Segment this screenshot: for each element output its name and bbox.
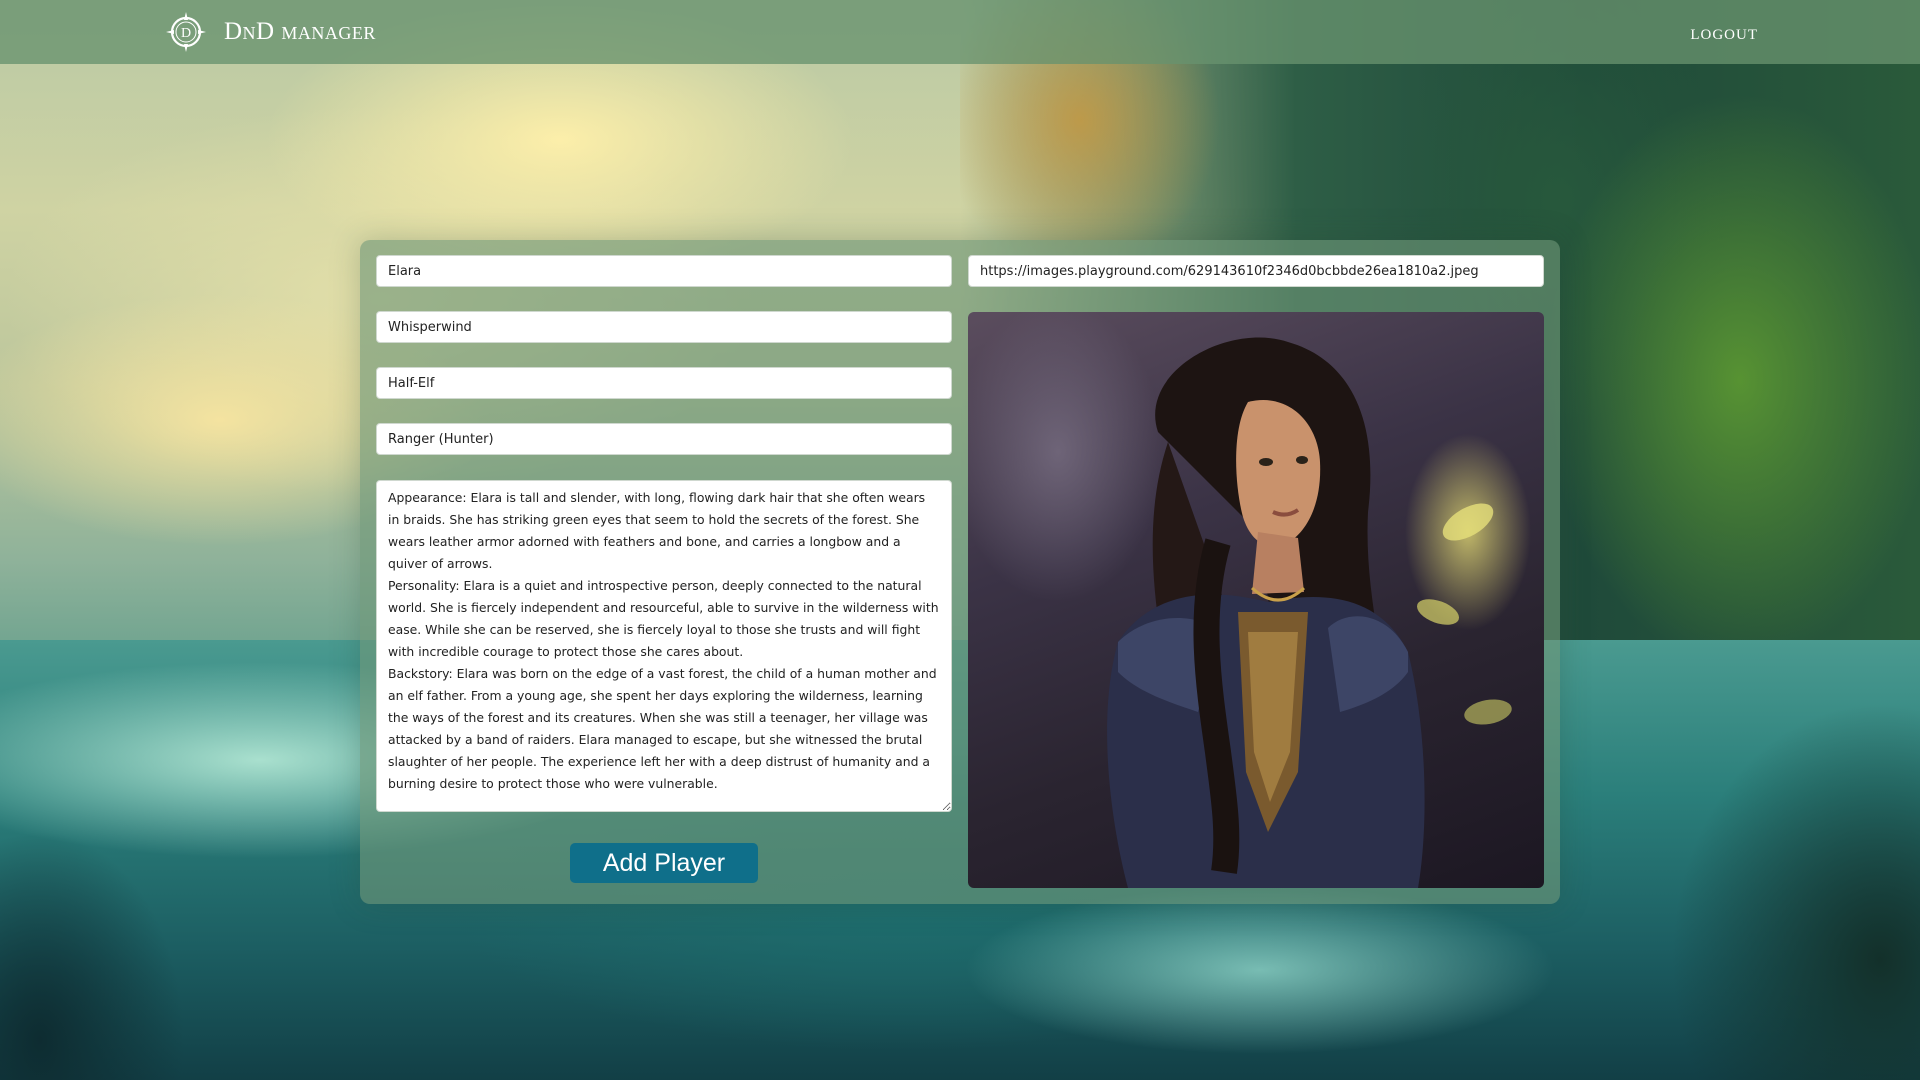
add-player-card: Appearance: Elara is tall and slender, w… bbox=[360, 240, 1560, 904]
svg-text:D: D bbox=[181, 26, 191, 41]
image-url-input[interactable] bbox=[968, 255, 1544, 287]
background-rock-right bbox=[1620, 700, 1920, 1080]
background-rock-left bbox=[0, 800, 220, 1080]
portrait-illustration bbox=[1107, 337, 1512, 888]
character-portrait-image bbox=[968, 312, 1544, 888]
logout-link[interactable]: logout bbox=[1690, 20, 1758, 45]
dnd-compass-logo-icon: D bbox=[166, 12, 206, 52]
top-navbar: D DnD manager logout bbox=[0, 0, 1920, 64]
description-textarea[interactable]: Appearance: Elara is tall and slender, w… bbox=[376, 480, 952, 812]
brand[interactable]: D DnD manager bbox=[164, 10, 376, 54]
class-input[interactable] bbox=[376, 423, 952, 455]
brand-title: DnD manager bbox=[224, 18, 376, 45]
last-name-input[interactable] bbox=[376, 311, 952, 343]
add-player-button[interactable]: Add Player bbox=[570, 843, 758, 883]
race-input[interactable] bbox=[376, 367, 952, 399]
first-name-input[interactable] bbox=[376, 255, 952, 287]
